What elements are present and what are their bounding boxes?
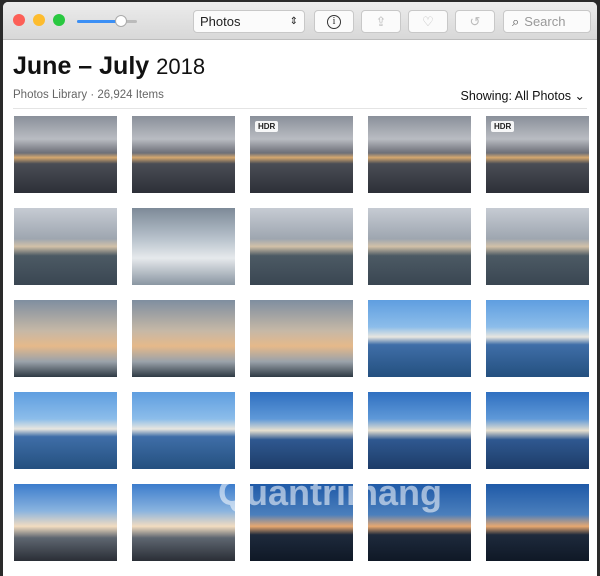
photo-thumbnail[interactable] (250, 300, 353, 377)
photo-thumbnail[interactable] (368, 484, 471, 561)
photos-window: Photos ⇕ i ⇪ ♡ ↺ ⌕ Search June – July 2018… (3, 2, 597, 576)
heart-icon: ♡ (422, 13, 434, 29)
info-button[interactable]: i (314, 10, 354, 33)
photo-thumbnail[interactable] (250, 208, 353, 285)
share-button[interactable]: ⇪ (361, 10, 401, 33)
photo-thumbnail[interactable] (368, 208, 471, 285)
photo-thumbnail[interactable]: HDR (486, 116, 589, 193)
photo-thumbnail[interactable] (368, 300, 471, 377)
photo-thumbnail[interactable] (486, 392, 589, 469)
zoom-button[interactable] (53, 14, 65, 26)
photo-thumbnail[interactable] (132, 392, 235, 469)
photo-thumbnail[interactable] (132, 300, 235, 377)
photo-thumbnail[interactable] (132, 208, 235, 285)
photo-thumbnail[interactable] (14, 116, 117, 193)
photo-thumbnail[interactable] (486, 208, 589, 285)
favorite-button[interactable]: ♡ (408, 10, 448, 33)
divider (13, 108, 587, 109)
toolbar: Photos ⇕ i ⇪ ♡ ↺ ⌕ Search (3, 2, 597, 40)
chevron-down-icon: ⌄ (574, 89, 585, 103)
photo-thumbnail[interactable] (14, 300, 117, 377)
photo-thumbnail[interactable] (132, 484, 235, 561)
photo-thumbnail[interactable]: HDR (250, 116, 353, 193)
search-icon: ⌕ (512, 13, 520, 29)
close-button[interactable] (13, 14, 25, 26)
library-summary: Photos Library · 26,924 Items (13, 89, 164, 101)
photo-thumbnail[interactable] (368, 116, 471, 193)
search-input[interactable]: ⌕ Search (503, 10, 591, 33)
rotate-icon: ↺ (469, 13, 481, 29)
info-icon: i (327, 14, 341, 29)
photo-thumbnail[interactable] (132, 116, 235, 193)
photo-thumbnail[interactable] (14, 208, 117, 285)
year: 2018 (156, 54, 206, 79)
zoom-slider[interactable] (77, 15, 137, 27)
hdr-badge: HDR (255, 121, 279, 132)
photo-thumbnail[interactable] (14, 484, 117, 561)
photo-thumbnail[interactable] (486, 300, 589, 377)
source-select[interactable]: Photos ⇕ (193, 10, 305, 33)
showing-filter[interactable]: Showing: All Photos ⌄ (461, 88, 585, 103)
photo-thumbnail[interactable] (250, 392, 353, 469)
slider-knob[interactable] (115, 15, 127, 27)
updown-chevron-icon: ⇕ (289, 16, 298, 27)
photo-thumbnail[interactable] (250, 484, 353, 561)
hdr-badge: HDR (491, 121, 515, 132)
photo-thumbnail[interactable] (368, 392, 471, 469)
page-title: June – July 2018 (13, 52, 206, 80)
photo-thumbnail[interactable] (14, 392, 117, 469)
share-icon: ⇪ (375, 13, 387, 29)
photo-thumbnail[interactable] (486, 484, 589, 561)
minimize-button[interactable] (33, 14, 45, 26)
photo-grid: HDR HDR (14, 116, 589, 561)
rotate-button[interactable]: ↺ (455, 10, 495, 33)
